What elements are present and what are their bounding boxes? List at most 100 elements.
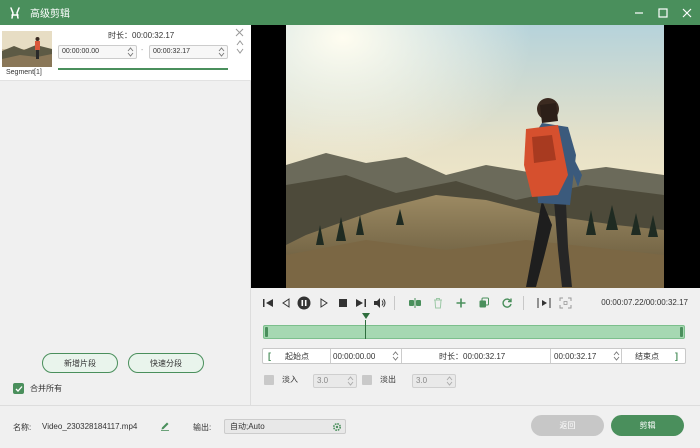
toolbar-divider	[394, 296, 395, 310]
title-bar: 高级剪辑	[0, 0, 700, 25]
reset-icon	[502, 298, 512, 308]
new-segment-button[interactable]: 新增片段	[42, 353, 118, 373]
maximize-button[interactable]	[656, 6, 670, 20]
segment-start-time-value: 00:00:00.00	[62, 48, 99, 55]
close-button[interactable]	[680, 6, 694, 20]
timeline-track[interactable]	[263, 313, 685, 339]
trim-end-time-value: 00:00:32.17	[554, 351, 597, 361]
fade-out-input[interactable]: 3.0	[412, 374, 456, 388]
fade-in-checkbox[interactable]	[264, 374, 274, 385]
back-button[interactable]: 返回	[531, 415, 604, 436]
pause-button[interactable]	[297, 296, 311, 310]
jump-to-start-icon	[263, 299, 273, 307]
output-label: 输出:	[193, 423, 212, 432]
left-bracket-icon: [	[268, 351, 271, 361]
timeline-start-handle[interactable]	[265, 327, 268, 337]
trim-start-time-value: 00:00:00.00	[333, 351, 376, 361]
chevron-up-icon[interactable]	[236, 40, 244, 46]
fade-out-option[interactable]: 淡出	[362, 374, 396, 385]
segment-start-time-input[interactable]: 00:00:00.00	[58, 45, 137, 59]
fade-in-label: 淡入	[282, 375, 298, 384]
add-button[interactable]	[454, 296, 468, 310]
output-format-select[interactable]: 自动;Auto	[224, 419, 346, 434]
segment-progress-bar	[58, 68, 228, 70]
reset-button[interactable]	[500, 296, 514, 310]
spinner-arrows-icon	[218, 47, 225, 57]
split-icon	[409, 298, 421, 308]
window-title: 高级剪辑	[30, 9, 70, 20]
segment-end-time-value: 00:00:32.17	[153, 48, 190, 55]
play-selection-button[interactable]	[537, 296, 551, 310]
close-icon[interactable]	[235, 28, 244, 37]
stop-button[interactable]	[336, 296, 350, 310]
trim-start-time-input[interactable]: 00:00:00.00	[333, 349, 399, 363]
merge-all-checkbox[interactable]	[13, 383, 24, 394]
set-start-point-button[interactable]: [ 起始点	[268, 349, 330, 363]
right-bracket-icon: ]	[675, 351, 678, 361]
trash-icon	[434, 298, 442, 309]
segment-item[interactable]: Segment[1] 时长：00:00:32.17 00:00:00.00 - …	[0, 25, 251, 81]
copy-icon	[479, 297, 489, 308]
next-frame-button[interactable]	[317, 296, 331, 310]
volume-button[interactable]	[372, 296, 386, 310]
fade-in-option[interactable]: 淡入	[264, 374, 298, 385]
toolbar-divider	[523, 296, 524, 310]
stop-icon	[339, 299, 347, 307]
spinner-arrows-icon	[127, 47, 134, 57]
fade-out-value: 3.0	[416, 376, 428, 385]
fade-out-label: 淡出	[380, 375, 396, 384]
edit-pencil-icon[interactable]	[160, 421, 170, 431]
fade-out-checkbox[interactable]	[362, 374, 372, 385]
segment-end-time-input[interactable]: 00:00:32.17	[149, 45, 228, 59]
timeline-end-handle[interactable]	[680, 327, 683, 337]
fast-split-button[interactable]: 快速分段	[128, 353, 204, 373]
output-format-value: 自动;Auto	[230, 422, 265, 431]
file-name: Video_230328184117.mp4	[42, 422, 138, 431]
segment-label: Segment[1]	[6, 69, 42, 76]
previous-frame-button[interactable]	[279, 296, 293, 310]
trim-end-time-input[interactable]: 00:00:32.17	[554, 349, 620, 363]
volume-icon	[373, 298, 385, 308]
segment-thumbnail[interactable]	[2, 31, 52, 67]
end-time-spinner[interactable]	[218, 46, 225, 58]
chevron-down-icon[interactable]	[236, 48, 244, 54]
playhead-marker[interactable]	[362, 313, 370, 339]
bottom-bar: 名称: Video_230328184117.mp4 输出: 自动;Auto 返…	[0, 405, 700, 448]
check-icon	[15, 385, 22, 392]
maximize-icon	[658, 7, 668, 18]
trim-duration: 时长：00:00:32.17	[439, 351, 506, 361]
fade-in-value: 3.0	[317, 376, 329, 385]
segment-duration: 时长：00:00:32.17	[108, 31, 175, 40]
fade-in-input[interactable]: 3.0	[313, 374, 357, 388]
set-end-point-button[interactable]: 结束点 ]	[625, 349, 685, 363]
spinner-arrows-icon[interactable]	[347, 375, 354, 387]
spinner-arrows-icon[interactable]	[446, 375, 453, 387]
previous-frame-icon	[282, 298, 290, 308]
merge-all-row[interactable]: 合并所有	[13, 383, 62, 394]
rabbit-logo-icon	[10, 6, 20, 19]
jump-to-end-icon	[356, 299, 366, 307]
range-separator: -	[141, 47, 144, 54]
fullscreen-icon	[559, 297, 571, 309]
jump-to-start-button[interactable]	[261, 296, 275, 310]
playhead-head[interactable]	[362, 313, 370, 319]
spinner-arrows-icon[interactable]	[392, 350, 399, 362]
cut-button[interactable]: 剪辑	[611, 415, 684, 436]
jump-to-end-button[interactable]	[354, 296, 368, 310]
end-point-label: 结束点	[635, 351, 659, 361]
close-icon	[682, 8, 692, 17]
spinner-arrows-icon[interactable]	[613, 350, 620, 362]
copy-button[interactable]	[477, 296, 491, 310]
gear-icon[interactable]	[332, 422, 342, 432]
video-preview[interactable]	[251, 25, 700, 288]
minimize-button[interactable]	[632, 6, 646, 20]
start-time-spinner[interactable]	[127, 46, 134, 58]
playback-controls: 00:00:07.22/00:00:32.17	[251, 288, 700, 318]
playback-time: 00:00:07.22/00:00:32.17	[601, 298, 688, 307]
delete-button[interactable]	[431, 296, 445, 310]
name-label: 名称:	[13, 423, 32, 432]
pause-icon	[297, 296, 311, 310]
fullscreen-button[interactable]	[558, 296, 572, 310]
segment-panel: Segment[1] 时长：00:00:32.17 00:00:00.00 - …	[0, 25, 251, 405]
split-button[interactable]	[408, 296, 422, 310]
